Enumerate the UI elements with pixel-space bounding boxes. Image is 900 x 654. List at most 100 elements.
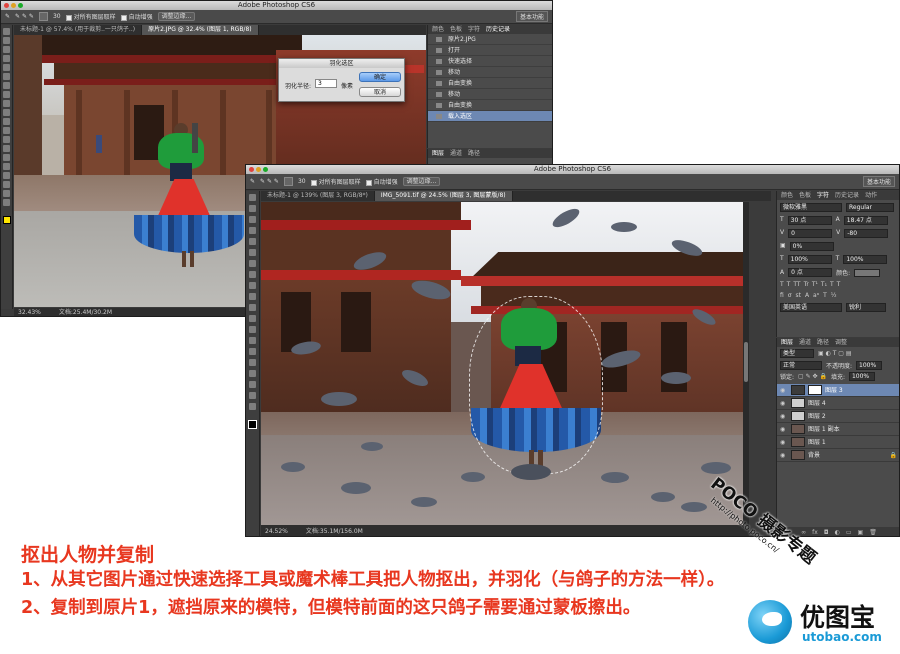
zoom-tool-icon[interactable] <box>249 403 256 410</box>
crop-tool-icon[interactable] <box>249 238 256 245</box>
dodge-tool-icon[interactable] <box>3 145 10 152</box>
tab-channels[interactable]: 通道 <box>799 338 811 347</box>
tab-document-1[interactable]: 未标题-1 @ 139% (图层 3, RGB/8*) <box>261 191 375 201</box>
antialias-select[interactable]: 锐利 <box>846 303 886 312</box>
brush-tool-icon[interactable] <box>3 91 10 98</box>
font-size-input[interactable]: 30 点 <box>787 216 832 225</box>
brush-mode-icon[interactable]: ✎ ✎ ✎ <box>260 178 279 185</box>
faux-italic-button[interactable]: T <box>787 281 791 288</box>
workspace-select[interactable]: 基本功能 <box>515 11 548 22</box>
opacity-input[interactable]: 100% <box>856 361 883 370</box>
history-item[interactable]: 自由变换 <box>428 78 552 89</box>
zoom-icon[interactable] <box>18 3 23 8</box>
minimize-icon[interactable] <box>11 3 16 8</box>
layer-row[interactable]: ◉ 图层 4 <box>777 397 899 410</box>
eye-icon[interactable]: ◉ <box>780 397 788 410</box>
blur-tool-icon[interactable] <box>3 136 10 143</box>
brush-tool-icon[interactable] <box>249 271 256 278</box>
eye-icon[interactable]: ◉ <box>780 449 788 462</box>
underline-button[interactable]: T <box>830 281 834 288</box>
lock-icons[interactable]: ▢ ✎ ✥ 🔒 <box>798 373 827 380</box>
leading-input[interactable]: 18.47 点 <box>843 216 888 225</box>
lasso-tool-icon[interactable] <box>249 216 256 223</box>
tab-history[interactable]: 历史记录 <box>486 25 510 34</box>
tab-channels[interactable]: 通道 <box>450 149 462 158</box>
eyedropper-tool-icon[interactable] <box>249 249 256 256</box>
color-swatch[interactable] <box>248 420 257 429</box>
crop-tool-icon[interactable] <box>3 64 10 71</box>
history-snapshot[interactable]: 原片2.JPG <box>428 34 552 45</box>
feather-radius-input[interactable]: 3 <box>315 79 337 88</box>
move-tool-icon[interactable] <box>3 28 10 35</box>
tsume-input[interactable]: 0% <box>789 242 834 251</box>
auto-enhance-checkbox[interactable]: 自动增强 <box>365 177 398 186</box>
titling-button[interactable]: A <box>805 292 809 299</box>
history-item[interactable]: 移动 <box>428 67 552 78</box>
eye-icon[interactable]: ◉ <box>780 436 788 449</box>
subscript-button[interactable]: T₁ <box>821 281 827 288</box>
ok-button[interactable]: 确定 <box>359 72 401 82</box>
refine-edge-button[interactable]: 调整边缘... <box>402 177 441 186</box>
vertical-scrollbar[interactable] <box>743 202 749 525</box>
history-item[interactable]: 快速选择 <box>428 56 552 67</box>
history-item[interactable]: 移动 <box>428 89 552 100</box>
sample-all-checkbox[interactable]: 对所有图层取样 <box>65 12 116 21</box>
cancel-button[interactable]: 取消 <box>359 87 401 97</box>
tab-swatches[interactable]: 色板 <box>450 25 462 34</box>
minimize-icon[interactable] <box>256 167 261 172</box>
tab-character[interactable]: 字符 <box>817 191 829 200</box>
tab-layers[interactable]: 图层 <box>432 149 444 158</box>
text-color-swatch[interactable] <box>854 268 881 277</box>
tab-character[interactable]: 字符 <box>468 25 480 34</box>
fx-icon[interactable]: fx <box>812 527 818 536</box>
dodge-tool-icon[interactable] <box>249 337 256 344</box>
small-caps-button[interactable]: Tr <box>804 281 809 288</box>
healing-tool-icon[interactable] <box>249 260 256 267</box>
history-item[interactable]: 自由变换 <box>428 100 552 111</box>
fill-input[interactable]: 100% <box>848 372 875 381</box>
tab-document-2[interactable]: IMG_5091.tif @ 24.5% (图层 3, 图层蒙版/8) <box>374 191 513 201</box>
eye-icon[interactable]: ◉ <box>780 384 788 397</box>
layer-row[interactable]: ◉ 图层 3 <box>777 384 899 397</box>
blur-tool-icon[interactable] <box>249 326 256 333</box>
close-icon[interactable] <box>249 167 254 172</box>
hand-tool-icon[interactable] <box>3 190 10 197</box>
fraction-alt-button[interactable]: ½ <box>831 292 837 299</box>
tab-adjustments[interactable]: 调整 <box>835 338 847 347</box>
refine-edge-button[interactable]: 调整边缘... <box>157 12 196 21</box>
tab-history[interactable]: 历史记录 <box>835 191 859 200</box>
superscript-button[interactable]: T¹ <box>812 281 818 288</box>
language-select[interactable]: 美国英语 <box>780 303 842 312</box>
stylistic-button[interactable]: st <box>795 292 800 299</box>
tab-layers[interactable]: 图层 <box>781 338 793 347</box>
brush-mode-icon[interactable]: ✎ ✎ ✎ <box>15 13 34 20</box>
layer-row[interactable]: ◉ 图层 2 <box>777 410 899 423</box>
tab-paths[interactable]: 路径 <box>817 338 829 347</box>
font-style-select[interactable]: Regular <box>846 203 894 212</box>
healing-tool-icon[interactable] <box>3 82 10 89</box>
history-brush-icon[interactable] <box>249 293 256 300</box>
fractions-button[interactable]: T <box>823 292 827 299</box>
stamp-tool-icon[interactable] <box>3 100 10 107</box>
mask-icon[interactable]: ◘ <box>824 527 829 536</box>
type-tool-icon[interactable] <box>249 359 256 366</box>
ligature-button[interactable]: fi <box>780 292 784 299</box>
tab-color[interactable]: 颜色 <box>781 191 793 200</box>
tracking-input[interactable]: -80 <box>844 229 889 238</box>
history-brush-icon[interactable] <box>3 109 10 116</box>
color-swatch[interactable] <box>2 216 11 224</box>
eyedropper-tool-icon[interactable] <box>3 73 10 80</box>
layer-row[interactable]: ◉ 图层 1 <box>777 436 899 449</box>
marquee-tool-icon[interactable] <box>249 205 256 212</box>
new-layer-icon[interactable]: ▣ <box>858 527 864 536</box>
tab-document-2[interactable]: 原片2.JPG @ 32.4% (图层 1, RGB/8) <box>142 25 259 35</box>
tab-color[interactable]: 颜色 <box>432 25 444 34</box>
auto-enhance-checkbox[interactable]: 自动增强 <box>120 12 153 21</box>
quick-select-icon[interactable]: ✎ <box>5 13 10 20</box>
eye-icon[interactable]: ◉ <box>780 423 788 436</box>
shape-tool-icon[interactable] <box>249 381 256 388</box>
tab-actions[interactable]: 动作 <box>865 191 877 200</box>
front-canvas-photo[interactable] <box>261 202 743 525</box>
move-tool-icon[interactable] <box>249 194 256 201</box>
ornaments-button[interactable]: ơ <box>788 292 792 299</box>
